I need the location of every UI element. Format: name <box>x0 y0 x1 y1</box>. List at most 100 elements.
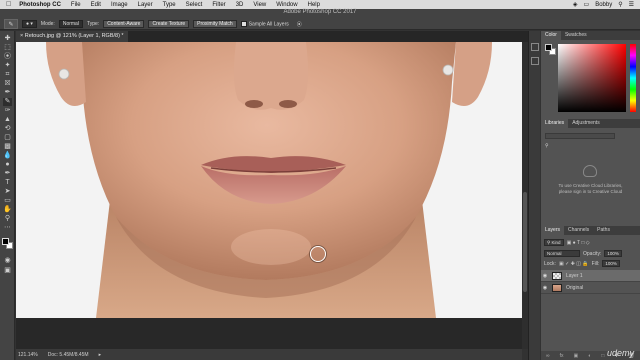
hue-slider[interactable] <box>630 44 636 112</box>
pressure-icon[interactable]: ⦿ <box>297 21 302 28</box>
scrollbar-thumb[interactable] <box>523 192 527 292</box>
opacity-input[interactable]: 100% <box>604 250 622 257</box>
brush-size-picker[interactable]: ● ▾ <box>22 20 37 28</box>
layers-panel: Layers Channels Paths ⚲ Kind ▣ ● T □ ◇ N… <box>541 226 640 360</box>
search-icon[interactable]: ⚲ <box>618 1 622 8</box>
crop-tool-icon[interactable]: ⌗ <box>3 71 12 79</box>
doc-size[interactable]: Doc: 5.45M/8.45M <box>48 352 89 358</box>
gradient-tool-icon[interactable]: ▩ <box>3 143 12 151</box>
brush-tool-icon[interactable]: ✑ <box>3 107 12 115</box>
menu-app-name[interactable]: Photoshop CC <box>19 2 61 8</box>
hand-tool-icon[interactable]: ✋ <box>3 206 12 214</box>
tab-libraries[interactable]: Libraries <box>541 119 569 128</box>
dodge-tool-icon[interactable]: ● <box>3 161 12 169</box>
tools-panel: ✚ ⬚ ⦿ ✦ ⌗ ☒ ✒ ✎ ✑ ▲ ⟲ ▢ ▩ 💧 ● ✒ T ➤ ▭ ✋ … <box>0 31 15 360</box>
color-panel <box>541 40 640 120</box>
eraser-tool-icon[interactable]: ▢ <box>3 134 12 142</box>
battery-icon[interactable]: ▭ <box>584 1 590 8</box>
eyedropper-tool-icon[interactable]: ✒ <box>3 89 12 97</box>
shape-tool-icon[interactable]: ▭ <box>3 197 12 205</box>
move-tool-icon[interactable]: ✚ <box>3 35 12 43</box>
portrait-photo <box>16 42 522 318</box>
filter-icons[interactable]: ▣ ● T □ ◇ <box>567 240 590 246</box>
layer-row[interactable]: ◉ Original <box>541 282 640 294</box>
type-tool-icon[interactable]: T <box>3 179 12 187</box>
panel-foreground-swatch[interactable] <box>545 44 552 51</box>
eye-icon[interactable]: ◉ <box>541 273 549 279</box>
zoom-level[interactable]: 121.14% <box>18 352 38 358</box>
quick-select-tool-icon[interactable]: ✦ <box>3 62 12 70</box>
zoom-tool-icon[interactable]: ⚲ <box>3 215 12 223</box>
menu-layer[interactable]: Layer <box>138 2 153 8</box>
link-layers-icon[interactable]: ∞ <box>546 353 550 359</box>
color-field[interactable] <box>558 44 626 112</box>
add-mask-icon[interactable]: ▣ <box>574 353 579 359</box>
layer-row[interactable]: ◉ Layer 1 <box>541 270 640 282</box>
layer-name[interactable]: Layer 1 <box>566 273 583 279</box>
sample-all-layers-label: Sample All Layers <box>248 21 289 28</box>
lasso-tool-icon[interactable]: ⦿ <box>3 53 12 61</box>
screen-mode-icon[interactable]: ▣ <box>3 267 12 275</box>
new-group-icon[interactable]: □ <box>601 353 604 359</box>
create-texture-button[interactable]: Create Texture <box>148 20 190 28</box>
right-panels: Color Swatches Libraries Adjustments ⚲ T… <box>541 31 640 360</box>
tab-layers[interactable]: Layers <box>541 226 565 235</box>
document-tab[interactable]: × Retouch.jpg @ 121% (Layer 1, RGB/8) * <box>16 31 128 42</box>
tab-paths[interactable]: Paths <box>593 226 614 235</box>
content-aware-button[interactable]: Content-Aware <box>103 20 145 28</box>
menu-type[interactable]: Type <box>163 2 176 8</box>
user-name[interactable]: Bobby <box>595 2 612 8</box>
mode-dropdown[interactable]: Normal <box>58 20 83 28</box>
blur-tool-icon[interactable]: 💧 <box>3 152 12 160</box>
history-brush-tool-icon[interactable]: ⟲ <box>3 125 12 133</box>
proximity-match-button[interactable]: Proximity Match <box>193 20 237 28</box>
fx-icon[interactable]: fx <box>560 353 564 359</box>
status-arrow-icon[interactable]: ▸ <box>99 352 102 358</box>
adjustment-layer-icon[interactable]: ◐ <box>588 353 591 359</box>
tab-color[interactable]: Color <box>541 31 561 40</box>
kind-filter-dropdown[interactable]: ⚲ Kind <box>544 239 564 246</box>
spot-healing-brush-icon: ✎ <box>8 21 14 28</box>
layer-thumbnail <box>552 283 562 292</box>
sample-all-layers-checkbox[interactable]: Sample All Layers <box>240 20 289 28</box>
menu-help[interactable]: Help <box>308 2 320 8</box>
tab-channels[interactable]: Channels <box>564 226 593 235</box>
menu-view[interactable]: View <box>253 2 266 8</box>
library-dropdown[interactable] <box>545 133 615 139</box>
wifi-icon[interactable]: ◈ <box>573 1 578 8</box>
healing-brush-tool-icon[interactable]: ✎ <box>3 98 12 106</box>
blend-mode-dropdown[interactable]: Normal <box>544 250 580 257</box>
properties-panel-icon[interactable] <box>531 57 539 65</box>
menu-3d[interactable]: 3D <box>236 2 244 8</box>
menu-select[interactable]: Select <box>186 2 203 8</box>
quick-mask-icon[interactable]: ◉ <box>3 257 12 265</box>
path-select-tool-icon[interactable]: ➤ <box>3 188 12 196</box>
foreground-color-swatch[interactable] <box>2 238 9 245</box>
search-icon[interactable]: ⚲ <box>545 143 549 149</box>
close-icon[interactable]: × <box>20 33 23 39</box>
tab-adjustments[interactable]: Adjustments <box>568 119 604 128</box>
more-tools-icon[interactable]: ⋯ <box>3 224 12 232</box>
document-canvas[interactable] <box>16 42 522 318</box>
apple-icon[interactable]:  <box>6 1 11 8</box>
layer-thumbnail <box>552 271 562 280</box>
fill-input[interactable]: 100% <box>602 260 620 267</box>
marquee-tool-icon[interactable]: ⬚ <box>3 44 12 52</box>
tab-swatches[interactable]: Swatches <box>561 31 591 40</box>
tool-preset-picker[interactable]: ✎ <box>4 19 18 29</box>
history-panel-icon[interactable] <box>531 43 539 51</box>
kind-filter-label: Kind <box>551 240 561 245</box>
menu-filter[interactable]: Filter <box>212 2 225 8</box>
clone-stamp-tool-icon[interactable]: ▲ <box>3 116 12 124</box>
eye-icon[interactable]: ◉ <box>541 285 549 291</box>
creative-cloud-icon <box>583 165 597 177</box>
menu-image[interactable]: Image <box>111 2 128 8</box>
pen-tool-icon[interactable]: ✒ <box>3 170 12 178</box>
menu-window[interactable]: Window <box>276 2 297 8</box>
layer-name[interactable]: Original <box>566 285 583 291</box>
frame-tool-icon[interactable]: ☒ <box>3 80 12 88</box>
menu-edit[interactable]: Edit <box>91 2 101 8</box>
menu-list-icon[interactable]: ☰ <box>629 1 634 8</box>
lock-icons[interactable]: ▣ ✓ ✚ ◫ 🔒 <box>559 261 589 267</box>
menu-file[interactable]: File <box>71 2 81 8</box>
